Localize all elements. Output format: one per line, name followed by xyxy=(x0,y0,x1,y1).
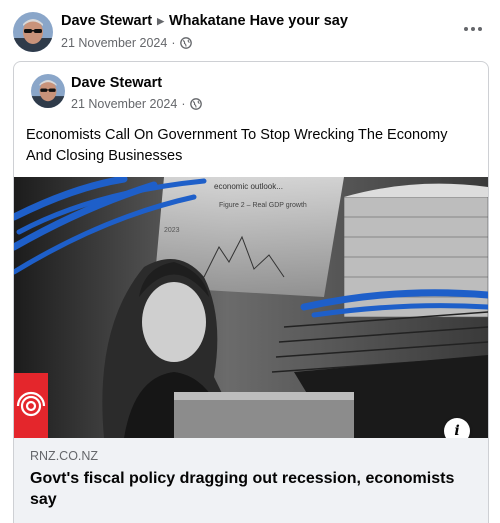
image-ticker-text: 2023 xyxy=(164,227,180,234)
post-date[interactable]: 21 November 2024 xyxy=(61,35,167,51)
more-options-button[interactable] xyxy=(463,20,483,32)
link-meta[interactable]: RNZ.CO.NZ Govt's fiscal policy dragging … xyxy=(14,438,488,523)
post-text: Economists Call On Government To Stop Wr… xyxy=(26,127,448,164)
image-figure-text: Figure 2 – Real GDP growth xyxy=(219,202,307,209)
link-title[interactable]: Govt's fiscal policy dragging out recess… xyxy=(30,468,470,510)
group-name[interactable]: Whakatane Have your say xyxy=(169,12,348,31)
post-author[interactable]: Dave Stewart xyxy=(61,12,152,31)
link-preview-image[interactable]: economic outlook... Figure 2 – Real GDP … xyxy=(14,177,488,438)
globe-icon xyxy=(189,98,202,110)
shared-post-header: Dave Stewart 21 November 2024 · xyxy=(31,74,471,112)
post-header: Dave Stewart ▶ Whakatane Have your say 2… xyxy=(13,12,489,52)
shared-post-author[interactable]: Dave Stewart xyxy=(71,74,162,93)
avatar[interactable] xyxy=(13,12,53,52)
link-domain: RNZ.CO.NZ xyxy=(30,449,99,463)
avatar[interactable] xyxy=(31,74,65,108)
image-caption-text: economic outlook... xyxy=(214,182,283,191)
globe-icon xyxy=(179,37,192,49)
shared-post-card[interactable]: Dave Stewart 21 November 2024 · Economis… xyxy=(13,61,489,523)
info-icon: i xyxy=(454,423,460,438)
more-horizontal-icon xyxy=(464,27,482,31)
caret-right-icon: ▶ xyxy=(157,16,164,26)
info-button[interactable]: i xyxy=(444,418,470,438)
shared-post-date[interactable]: 21 November 2024 xyxy=(71,96,177,112)
